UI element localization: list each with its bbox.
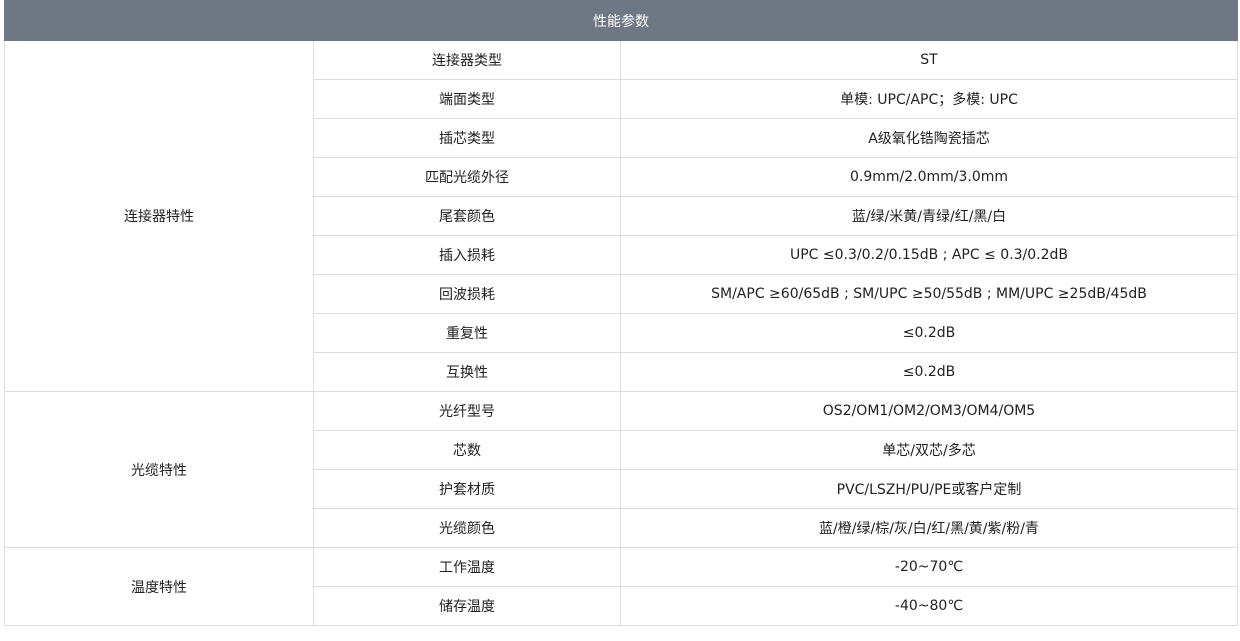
param-value-cell: 单模: UPC/APC；多模: UPC — [620, 79, 1238, 119]
param-name-cell: 插芯类型 — [313, 118, 621, 158]
param-name-cell: 工作温度 — [313, 547, 621, 587]
group-label: 温度特性 — [4, 547, 314, 626]
param-value-cell: -20~70℃ — [620, 547, 1238, 587]
param-name-cell: 端面类型 — [313, 79, 621, 119]
table-title: 性能参数 — [4, 0, 1238, 41]
param-name-cell: 护套材质 — [313, 469, 621, 509]
param-value-cell: A级氧化锆陶瓷插芯 — [620, 118, 1238, 158]
param-value-cell: ≤0.2dB — [620, 352, 1238, 392]
param-value-cell: SM/APC ≥60/65dB ; SM/UPC ≥50/55dB ; MM/U… — [620, 274, 1238, 314]
param-value-cell: 0.9mm/2.0mm/3.0mm — [620, 157, 1238, 197]
param-value-cell: 单芯/双芯/多芯 — [620, 430, 1238, 470]
param-name-cell: 光纤型号 — [313, 391, 621, 431]
param-value-cell: PVC/LSZH/PU/PE或客户定制 — [620, 469, 1238, 509]
param-name-cell: 连接器类型 — [313, 40, 621, 80]
param-value-cell: OS2/OM1/OM2/OM3/OM4/OM5 — [620, 391, 1238, 431]
param-name-cell: 重复性 — [313, 313, 621, 353]
param-value-cell: 蓝/橙/绿/棕/灰/白/红/黑/黄/紫/粉/青 — [620, 508, 1238, 548]
param-value-cell: -40~80℃ — [620, 586, 1238, 626]
param-value-cell: UPC ≤0.3/0.2/0.15dB ; APC ≤ 0.3/0.2dB — [620, 235, 1238, 275]
param-name-cell: 互换性 — [313, 352, 621, 392]
table-body: 连接器特性 连接器类型 ST 端面类型 单模: UPC/APC；多模: UPC 插芯类型 A… — [4, 40, 1238, 626]
param-name-cell: 匹配光缆外径 — [313, 157, 621, 197]
param-name-cell: 芯数 — [313, 430, 621, 470]
param-value-cell: 蓝/绿/米黄/青绿/红/黑/白 — [620, 196, 1238, 236]
group-label: 光缆特性 — [4, 391, 314, 548]
performance-spec-table: 性能参数 连接器特性 连接器类型 ST 端面类型 单模: UPC/APC；多模: UPC… — [4, 0, 1238, 626]
group-label: 连接器特性 — [4, 40, 314, 392]
param-name-cell: 储存温度 — [313, 586, 621, 626]
param-name-cell: 光缆颜色 — [313, 508, 621, 548]
param-name-cell: 尾套颜色 — [313, 196, 621, 236]
table-row: 光缆特性 光纤型号 OS2/OM1/OM2/OM3/OM4/OM5 — [4, 391, 1238, 548]
param-value-cell: ST — [620, 40, 1238, 80]
table-header-row: 性能参数 — [4, 0, 1238, 41]
param-value-cell: ≤0.2dB — [620, 313, 1238, 353]
param-name-cell: 插入损耗 — [313, 235, 621, 275]
table-row: 温度特性 工作温度 -20~70℃ — [4, 547, 1238, 626]
table-row: 连接器特性 连接器类型 ST — [4, 40, 1238, 392]
param-name-cell: 回波损耗 — [313, 274, 621, 314]
